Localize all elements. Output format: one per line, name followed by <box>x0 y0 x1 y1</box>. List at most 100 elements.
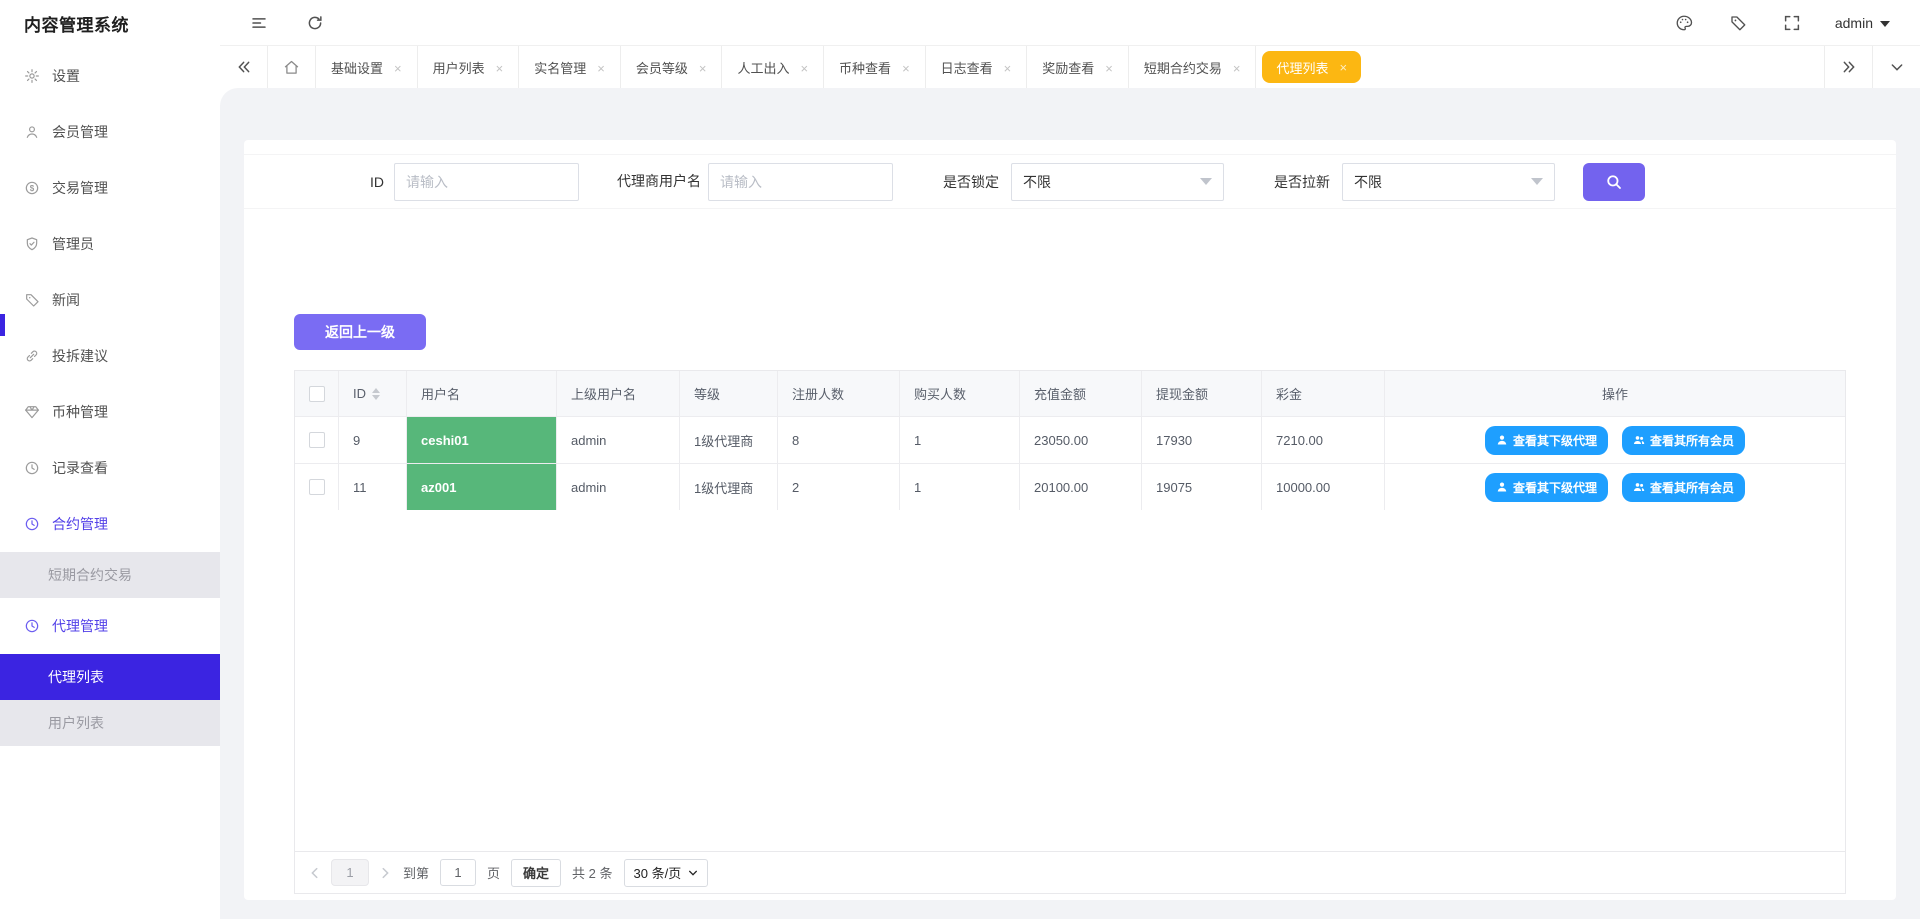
sidebar-item-label: 会员管理 <box>52 122 108 142</box>
table-row-0: 9ceshi01admin1级代理商8123050.00179307210.00… <box>295 416 1845 463</box>
palette-icon[interactable] <box>1675 14 1693 32</box>
cell-actions: 查看其下级代理 查看其所有会员 <box>1385 417 1845 463</box>
tab-list: 基础设置×用户列表×实名管理×会员等级×人工出入×币种查看×日志查看×奖励查看×… <box>316 46 1367 88</box>
sidebar-subitem-9[interactable]: 短期合约交易 <box>0 552 220 598</box>
tab-close-icon[interactable]: × <box>902 61 910 76</box>
sidebar-item-6[interactable]: 币种管理 <box>0 384 220 440</box>
tab-1[interactable]: 用户列表× <box>418 46 520 88</box>
filter-locked-label: 是否锁定 <box>941 172 999 192</box>
agents-table: ID用户名上级用户名等级注册人数购买人数充值金额提现金额彩金操作 9ceshi0… <box>294 370 1846 894</box>
tab-label: 短期合约交易 <box>1144 61 1222 76</box>
menu-fold-icon[interactable] <box>250 14 268 32</box>
view-all-members-button[interactable]: 查看其所有会员 <box>1622 426 1745 455</box>
select-all-checkbox[interactable] <box>309 386 325 402</box>
action-label: 查看其所有会员 <box>1650 432 1734 449</box>
jump-confirm-button[interactable]: 确定 <box>511 859 561 887</box>
action-label: 查看其下级代理 <box>1513 479 1597 496</box>
sidebar-item-7[interactable]: 记录查看 <box>0 440 220 496</box>
sidebar-item-0[interactable]: 设置 <box>0 48 220 104</box>
tab-8[interactable]: 短期合约交易 × <box>1129 46 1257 88</box>
tab-close-icon[interactable]: × <box>800 61 808 76</box>
tab-close-icon[interactable]: × <box>1004 61 1012 76</box>
tabs-scroll-left-button[interactable] <box>220 46 268 88</box>
tab-label: 实名管理 <box>534 61 586 76</box>
tab-close-icon[interactable]: × <box>1233 61 1241 76</box>
row-checkbox-cell <box>295 417 339 463</box>
home-tab-icon[interactable] <box>268 46 316 88</box>
filter-referral-value: 不限 <box>1354 172 1382 192</box>
topbar-right: admin <box>1675 14 1890 32</box>
tab-close-icon[interactable]: × <box>1340 61 1348 74</box>
cell-id: 11 <box>339 464 407 510</box>
next-page-button[interactable] <box>378 866 392 880</box>
filter-agent-input[interactable] <box>708 163 893 201</box>
topbar: admin <box>220 0 1920 46</box>
cell-withdraw: 17930 <box>1142 417 1262 463</box>
select-caret-down-icon <box>1531 178 1543 185</box>
page-size-select[interactable]: 30 条/页 <box>624 859 709 887</box>
tab-label: 基础设置 <box>331 61 383 76</box>
cell-username: az001 <box>407 464 557 510</box>
row-checkbox[interactable] <box>309 432 325 448</box>
tab-3[interactable]: 会员等级× <box>621 46 723 88</box>
column-label: 操作 <box>1602 384 1628 403</box>
tab-5[interactable]: 币种查看× <box>824 46 926 88</box>
sidebar-item-5[interactable]: 投拆建议 <box>0 328 220 384</box>
tab-4[interactable]: 人工出入× <box>722 46 824 88</box>
tab-6[interactable]: 日志查看× <box>926 46 1028 88</box>
total-count-label: 共 2 条 <box>572 863 612 882</box>
tab-2[interactable]: 实名管理 × <box>519 46 621 88</box>
tab-close-icon[interactable]: × <box>496 61 504 76</box>
sidebar-item-4[interactable]: 新闻 <box>0 272 220 328</box>
sidebar-item-10[interactable]: 代理管理 <box>0 598 220 654</box>
tabs-menu-button[interactable] <box>1872 46 1920 88</box>
tab-9-active[interactable]: 代理列表× <box>1256 46 1367 88</box>
sidebar-subitem-11-active[interactable]: 代理列表 <box>0 654 220 700</box>
view-all-members-button[interactable]: 查看其所有会员 <box>1622 473 1745 502</box>
view-sub-agents-button[interactable]: 查看其下级代理 <box>1485 473 1608 502</box>
row-checkbox[interactable] <box>309 479 325 495</box>
user-menu[interactable]: admin <box>1835 15 1890 31</box>
tab-0[interactable]: 基础设置 × <box>316 46 418 88</box>
table-header-cell-10: 操作 <box>1385 371 1845 416</box>
back-to-parent-button[interactable]: 返回上一级 <box>294 314 426 350</box>
view-sub-agents-button[interactable]: 查看其下级代理 <box>1485 426 1608 455</box>
filter-referral-select[interactable]: 不限 <box>1342 163 1555 201</box>
column-label: 提现金额 <box>1156 384 1208 403</box>
user-caret-down-icon <box>1880 21 1890 27</box>
tab-close-icon[interactable]: × <box>1105 61 1113 76</box>
filter-id-label: ID <box>244 174 384 190</box>
filter-agent-label: 代理商用户名 <box>617 172 701 191</box>
refresh-icon[interactable] <box>306 14 324 32</box>
sidebar-item-label: 新闻 <box>52 290 80 310</box>
tab-close-icon[interactable]: × <box>597 61 605 76</box>
sort-icon[interactable] <box>372 388 380 400</box>
tab-spacer <box>1367 46 1824 88</box>
tab-7[interactable]: 奖励查看× <box>1027 46 1129 88</box>
user-icon <box>24 124 40 140</box>
sidebar-item-2[interactable]: $交易管理 <box>0 160 220 216</box>
tag-icon[interactable] <box>1729 14 1747 32</box>
filter-locked-select[interactable]: 不限 <box>1011 163 1224 201</box>
fullscreen-icon[interactable] <box>1783 14 1801 32</box>
people-icon <box>1633 434 1645 446</box>
clock-icon <box>24 516 40 532</box>
sidebar-menu: 设置会员管理 $交易管理管理员新闻投拆建议币种管理记录查看合约管理短期合约交易代理… <box>0 48 220 746</box>
sidebar-item-1[interactable]: 会员管理 <box>0 104 220 160</box>
table-header-cell-9: 彩金 <box>1262 371 1385 416</box>
sidebar-item-3[interactable]: 管理员 <box>0 216 220 272</box>
jump-suffix-label: 页 <box>487 863 500 882</box>
tabs-scroll-right-button[interactable] <box>1824 46 1872 88</box>
tab-close-icon[interactable]: × <box>699 61 707 76</box>
sidebar-subitem-12[interactable]: 用户列表 <box>0 700 220 746</box>
filter-id-input[interactable] <box>394 163 579 201</box>
jump-page-input[interactable] <box>440 859 476 886</box>
prev-page-button[interactable] <box>308 866 322 880</box>
sidebar-subitem-label: 短期合约交易 <box>48 565 132 585</box>
sidebar-item-8[interactable]: 合约管理 <box>0 496 220 552</box>
search-button[interactable] <box>1583 163 1645 201</box>
table-header-cell-8: 提现金额 <box>1142 371 1262 416</box>
tab-close-icon[interactable]: × <box>394 61 402 76</box>
filter-locked-value: 不限 <box>1023 172 1051 192</box>
current-page-button[interactable]: 1 <box>331 859 369 886</box>
